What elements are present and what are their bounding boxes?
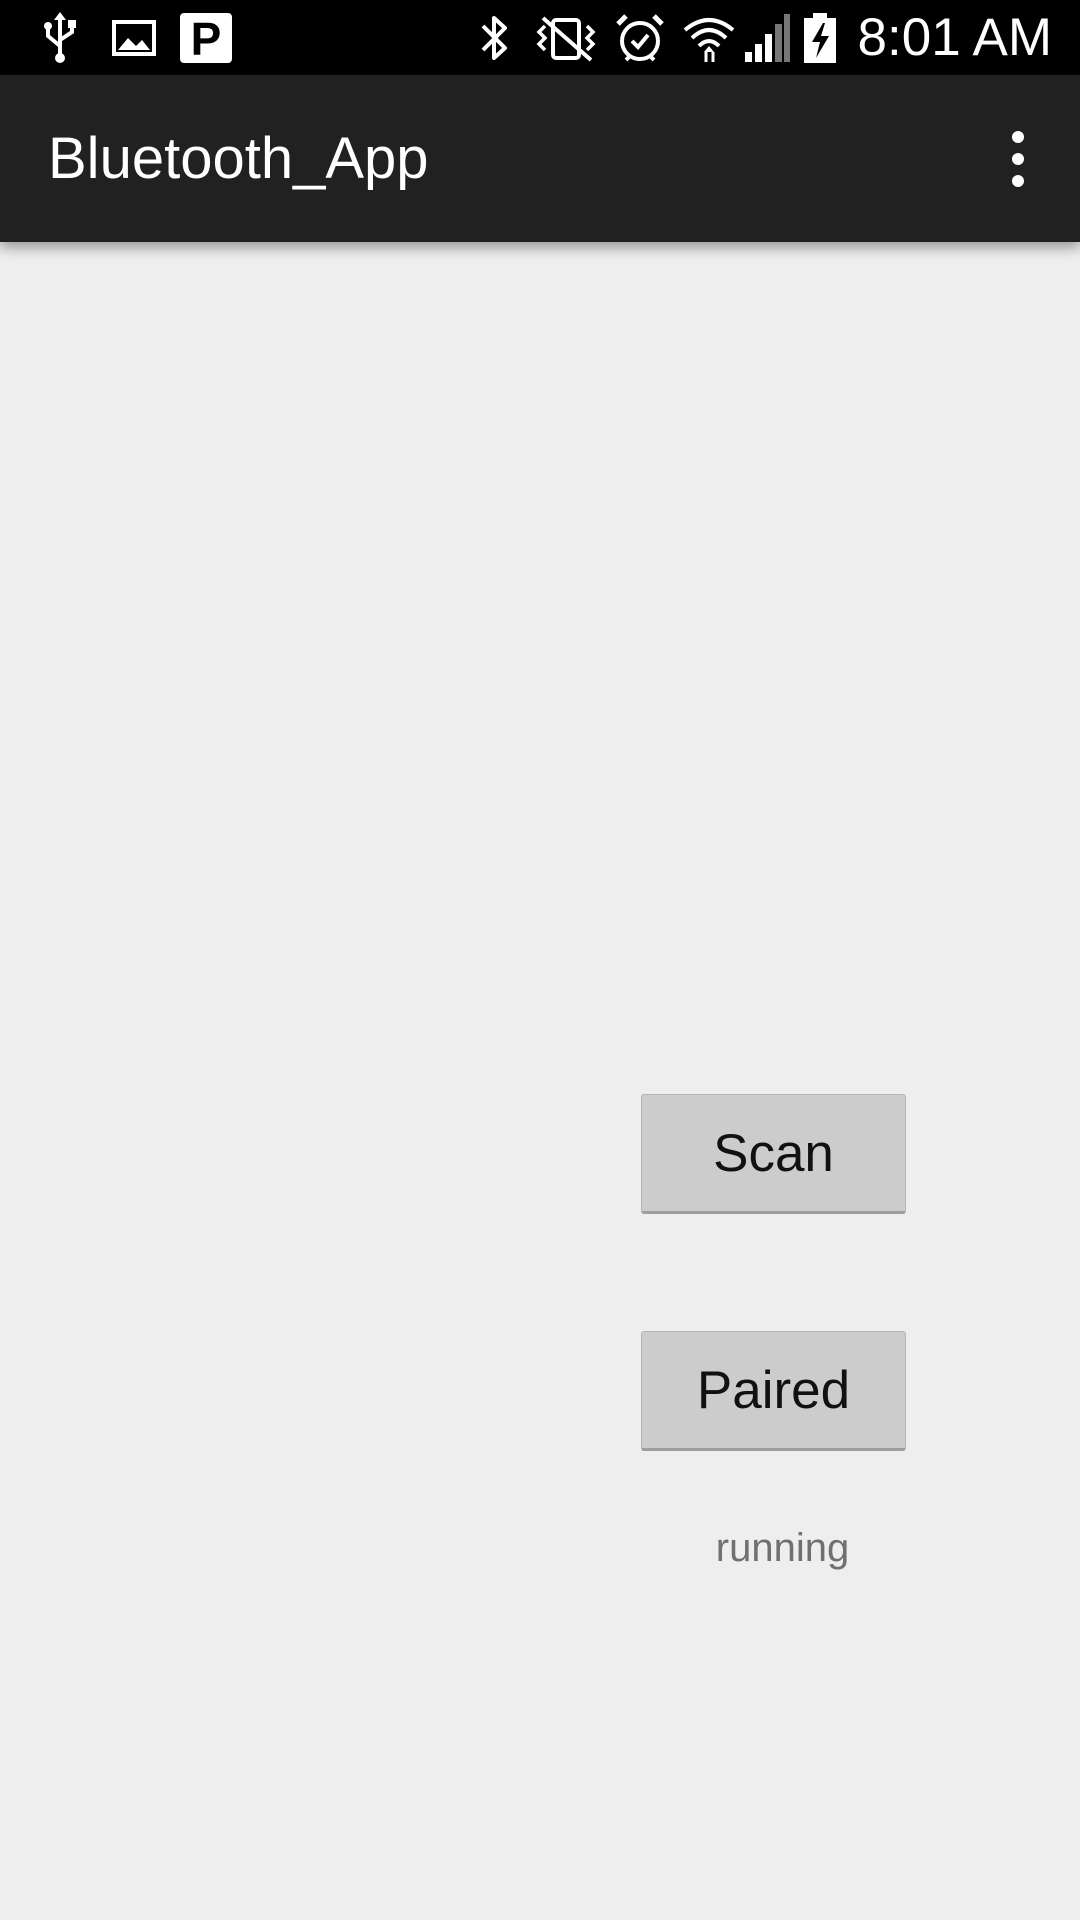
battery-charging-icon: [800, 0, 840, 75]
menu-dot: [1012, 153, 1024, 165]
image-icon: [108, 0, 160, 75]
app-title: Bluetooth_App: [48, 126, 429, 191]
scan-button[interactable]: Scan: [641, 1094, 906, 1214]
usb-icon: [36, 0, 84, 75]
more-vert-icon[interactable]: [986, 111, 1050, 207]
menu-dot: [1012, 175, 1024, 187]
vibrate-icon: [530, 0, 602, 75]
status-bar: P 8:01 AM: [0, 0, 1080, 75]
bluetooth-icon: [474, 0, 514, 75]
signal-icon: [742, 0, 792, 75]
paired-button[interactable]: Paired: [641, 1331, 906, 1451]
parking-letter: P: [191, 13, 222, 64]
alarm-icon: [614, 0, 666, 75]
wifi-icon: [682, 0, 736, 75]
action-bar: Bluetooth_App: [0, 75, 1080, 242]
status-time: 8:01 AM: [857, 8, 1052, 67]
menu-dot: [1012, 131, 1024, 143]
parking-icon: P: [178, 0, 234, 75]
status-text: running: [715, 1526, 850, 1570]
